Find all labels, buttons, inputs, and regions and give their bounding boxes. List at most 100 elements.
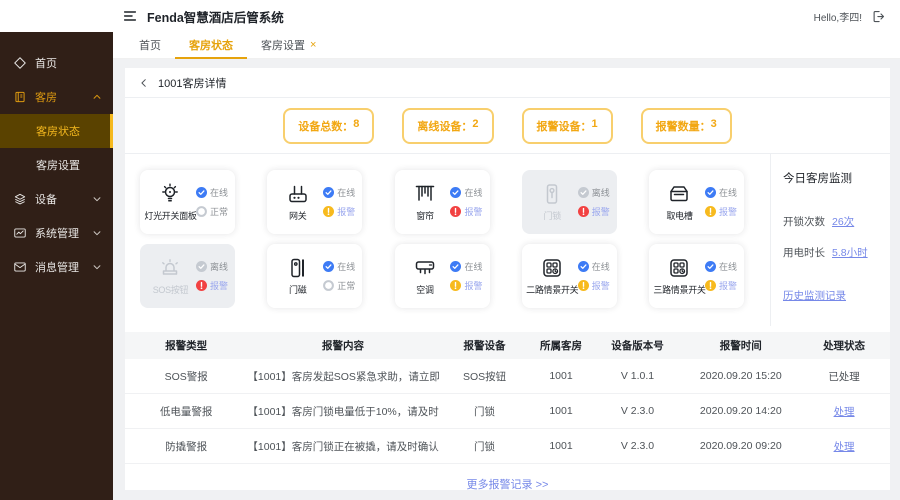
device-card[interactable]: 门磁 在线 正常 bbox=[267, 244, 363, 308]
device-card[interactable]: 二路情景开关 在线 报警 bbox=[521, 244, 617, 308]
device-status: 报警 bbox=[450, 279, 483, 292]
device-card[interactable]: 网关 在线 报警 bbox=[267, 170, 363, 234]
status-alarm-icon bbox=[577, 206, 589, 217]
cell-version: V 1.0.1 bbox=[620, 370, 655, 382]
device-status: 正常 bbox=[323, 279, 355, 292]
curtain-icon bbox=[413, 182, 437, 206]
sidebar-item-3[interactable]: 设备 bbox=[0, 182, 113, 216]
device-card[interactable]: 灯光开关面板 在线 正常 bbox=[140, 170, 235, 234]
status-label: 在线 bbox=[718, 188, 737, 198]
chevron-icon bbox=[92, 262, 102, 272]
cell-status[interactable]: 处理 bbox=[798, 404, 890, 419]
status-alarm-icon bbox=[195, 280, 207, 291]
status-label: 在线 bbox=[209, 188, 228, 198]
sidebar-item-label: 首页 bbox=[35, 58, 57, 70]
cell-room: 1001 bbox=[549, 370, 573, 382]
stat-value: 3 bbox=[710, 117, 717, 130]
monitor-title: 今日客房监测 bbox=[783, 173, 852, 185]
status-label: 报警 bbox=[591, 281, 610, 291]
status-label: 报警 bbox=[464, 207, 483, 217]
sidebar: 首页 客房 客房状态 客房设置 设备 系统管理 消息管理 bbox=[0, 32, 113, 500]
device-name: 取电槽 bbox=[666, 211, 693, 221]
monitor-panel: 今日客房监测 开锁次数 26次 用电时长 5.8小时 历史监测记录 bbox=[770, 154, 890, 326]
device-card[interactable]: 门锁 离线 报警 bbox=[521, 170, 617, 234]
device-status: 正常 bbox=[196, 205, 228, 218]
device-card[interactable]: 三路情景开关 在线 报警 bbox=[649, 244, 744, 308]
metric-value-link[interactable]: 26次 bbox=[832, 214, 854, 229]
device-name: 门锁 bbox=[543, 211, 562, 221]
stat-badge: 离线设备： 2 bbox=[402, 107, 494, 144]
device-name: 空调 bbox=[416, 285, 434, 295]
sidebar-item-5[interactable]: 消息管理 bbox=[0, 250, 113, 284]
sidebar-item-label: 设备 bbox=[35, 194, 57, 206]
device-name: 网关 bbox=[289, 211, 307, 221]
door-lock-icon bbox=[540, 182, 564, 206]
tab[interactable]: 客房设置 × bbox=[247, 32, 330, 59]
stat-value: 1 bbox=[591, 117, 598, 130]
metric-value-link[interactable]: 5.8小时 bbox=[832, 245, 868, 260]
status-label: 报警 bbox=[591, 207, 610, 217]
tab-close-icon[interactable]: × bbox=[310, 39, 316, 51]
device-status: 在线 bbox=[704, 260, 737, 273]
tab[interactable]: 客房状态 bbox=[175, 32, 247, 59]
cell-status[interactable]: 处理 bbox=[798, 439, 890, 454]
table-row: SOS警报 【1001】客房发起SOS紧急求助，请立即上门协助！ SOS按钮 1001… bbox=[125, 359, 890, 394]
device-status: 在线 bbox=[577, 260, 610, 273]
power-slot-icon bbox=[667, 182, 691, 206]
sidebar-subitem[interactable]: 客房设置 bbox=[0, 148, 113, 182]
cell-type: 防撬警报 bbox=[165, 440, 208, 453]
device-icon bbox=[13, 192, 27, 206]
monitor-metric: 开锁次数 26次 bbox=[783, 214, 878, 229]
sidebar-subitem-label: 客房状态 bbox=[36, 126, 80, 138]
sidebar-subitem[interactable]: 客房状态 bbox=[0, 114, 113, 148]
status-label: 报警 bbox=[718, 281, 737, 291]
room-icon bbox=[13, 90, 27, 104]
sidebar-item-2[interactable]: 客房 bbox=[0, 80, 113, 114]
device-card[interactable]: 空调 在线 报警 bbox=[394, 244, 490, 308]
table-row: 低电量警报 【1001】客房门锁电量低于10%，请及时更换电池！ 门锁 1001 V 2… bbox=[125, 394, 890, 429]
gateway-icon bbox=[286, 182, 310, 206]
device-name: 二路情景开关 bbox=[526, 285, 579, 295]
cell-content: 【1001】客房发起SOS紧急求助，请立即上门协助！ bbox=[247, 370, 439, 383]
user-greeting: Hello,李四! bbox=[813, 12, 862, 24]
device-name: 门磁 bbox=[289, 285, 307, 295]
status-label: 离线 bbox=[209, 262, 228, 272]
more-alarms-link[interactable]: 更多报警记录 >> bbox=[467, 479, 549, 490]
cell-time: 2020.09.20 09:20 bbox=[699, 440, 782, 452]
device-card[interactable]: SOS按钮 离线 报警 bbox=[140, 244, 235, 308]
device-status: 报警 bbox=[577, 279, 610, 292]
history-records-link[interactable]: 历史监测记录 bbox=[783, 288, 846, 303]
stat-badge: 报警设备： 1 bbox=[521, 107, 613, 144]
device-status: 离线 bbox=[577, 186, 610, 199]
chevron-icon bbox=[92, 228, 102, 238]
device-status: 报警 bbox=[704, 279, 737, 292]
hamburger-menu-icon[interactable] bbox=[122, 8, 138, 24]
cell-device: 门锁 bbox=[474, 440, 496, 453]
status-normal-icon bbox=[196, 206, 207, 217]
stats-row: 设备总数： 8 离线设备： 2 报警设备： 1 报警数量： 3 bbox=[125, 98, 890, 154]
status-label: 在线 bbox=[464, 188, 483, 198]
device-grid: 灯光开关面板 在线 正常 网关 在线 报警 窗帘 在线 报警 门锁 离线 报警 … bbox=[125, 154, 770, 326]
column-header: 设备版本号 bbox=[611, 340, 664, 352]
scene-switch-icon bbox=[540, 256, 564, 280]
app-title: Fenda智慧酒店后管系统 bbox=[147, 10, 284, 25]
device-name: SOS按钮 bbox=[152, 285, 189, 295]
status-warn-icon bbox=[450, 280, 462, 291]
logout-icon[interactable] bbox=[871, 9, 886, 24]
scene-switch-icon bbox=[667, 256, 691, 280]
device-name: 三路情景开关 bbox=[653, 285, 706, 295]
chevron-left-icon[interactable] bbox=[139, 78, 149, 88]
sidebar-item-4[interactable]: 系统管理 bbox=[0, 216, 113, 250]
device-status: 报警 bbox=[577, 205, 610, 218]
column-header: 报警内容 bbox=[322, 340, 365, 352]
device-card[interactable]: 窗帘 在线 报警 bbox=[394, 170, 490, 234]
status-online-icon bbox=[323, 261, 335, 272]
stat-badge: 设备总数： 8 bbox=[283, 107, 375, 144]
page-title: 1001客房详情 bbox=[158, 77, 227, 90]
status-warn-icon bbox=[577, 280, 589, 291]
status-online-icon bbox=[704, 261, 716, 272]
cell-time: 2020.09.20 15:20 bbox=[699, 370, 782, 382]
tab[interactable]: 首页 bbox=[125, 32, 175, 59]
sidebar-item-1[interactable]: 首页 bbox=[0, 46, 113, 80]
device-card[interactable]: 取电槽 在线 报警 bbox=[649, 170, 744, 234]
